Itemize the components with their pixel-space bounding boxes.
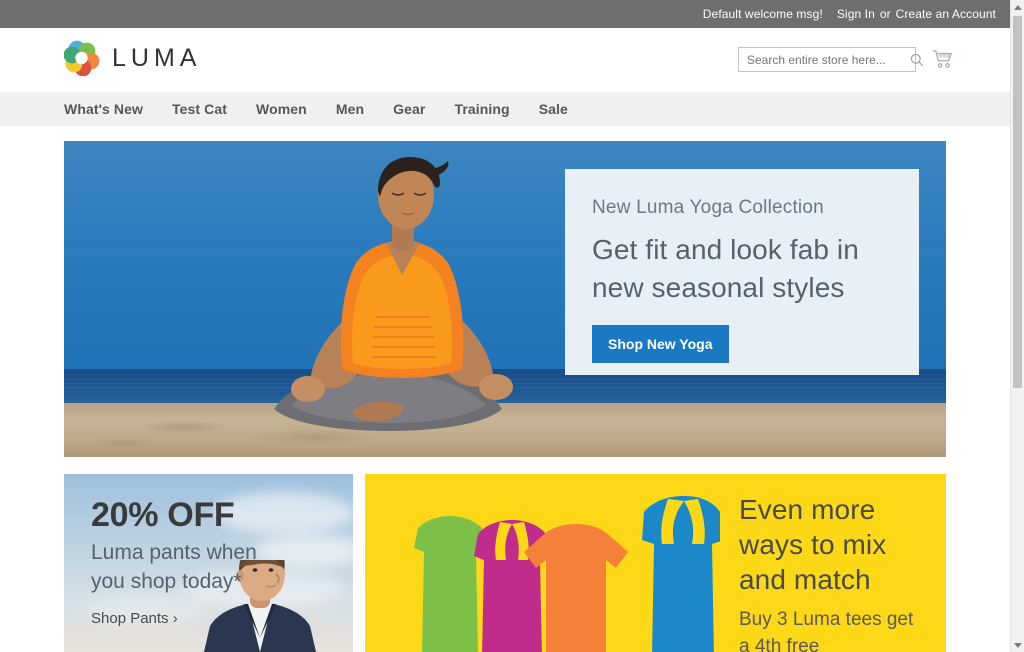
logo[interactable]: LUMA	[63, 40, 202, 77]
search-box[interactable]	[738, 47, 924, 72]
scroll-down-arrow-icon[interactable]	[1011, 638, 1024, 652]
promo-pants-headline: 20% OFF	[91, 496, 235, 534]
promo-tees-subtitle-line-2: a 4th free	[739, 636, 820, 652]
hero-text-panel: New Luma Yoga Collection Get fit and loo…	[565, 169, 919, 375]
hero-title-line-1: Get fit and look fab in	[592, 234, 859, 265]
promo-tees-text: Even more ways to mix and match Buy 3 Lu…	[739, 492, 939, 652]
nav-item-training[interactable]: Training	[454, 101, 509, 117]
promo-tees-subtitle: Buy 3 Luma tees get a 4th free	[739, 606, 939, 652]
shop-pants-link[interactable]: Shop Pants ›	[91, 610, 178, 627]
promo-tees-block[interactable]: Even more ways to mix and match Buy 3 Lu…	[365, 474, 946, 652]
promo-pants-subline: Luma pants when you shop today*	[91, 538, 257, 596]
hero-yoga-model-image	[234, 157, 544, 457]
promo-garments-image	[400, 490, 724, 652]
search-input[interactable]	[739, 48, 910, 71]
nav-item-sale[interactable]: Sale	[539, 101, 568, 117]
promo-pants-text: 20% OFF Luma pants when you shop today* …	[91, 496, 257, 628]
nav-item-women[interactable]: Women	[256, 101, 307, 117]
logo-text: LUMA	[112, 43, 202, 72]
top-welcome-bar: Default welcome msg! Sign In or Create a…	[0, 0, 1010, 28]
promo-tees-title-line-3: and match	[739, 564, 871, 595]
search-icon[interactable]	[910, 48, 924, 71]
luma-flower-logo-icon	[63, 40, 100, 77]
nav-item-gear[interactable]: Gear	[393, 101, 425, 117]
welcome-message: Default welcome msg!	[702, 7, 823, 21]
promo-tees-title: Even more ways to mix and match	[739, 492, 939, 597]
hero-title-line-2: new seasonal styles	[592, 272, 845, 303]
create-account-link[interactable]: Create an Account	[896, 7, 996, 21]
promo-tees-subtitle-line-1: Buy 3 Luma tees get	[739, 609, 914, 630]
scroll-up-arrow-icon[interactable]	[1011, 0, 1024, 14]
main-navigation: What's New Test Cat Women Men Gear Train…	[0, 92, 1010, 126]
shopping-cart-icon[interactable]	[928, 44, 958, 74]
nav-item-whats-new[interactable]: What's New	[64, 101, 143, 117]
page-root: Default welcome msg! Sign In or Create a…	[0, 0, 1024, 652]
hero-title: Get fit and look fab in new seasonal sty…	[592, 231, 919, 307]
shop-new-yoga-button[interactable]: Shop New Yoga	[592, 325, 729, 363]
hero-banner[interactable]: New Luma Yoga Collection Get fit and loo…	[64, 141, 946, 457]
promo-tees-title-line-1: Even more	[739, 494, 876, 525]
promo-pants-block[interactable]: 20% OFF Luma pants when you shop today* …	[64, 474, 353, 652]
promo-pants-subline-2: you shop today*	[91, 570, 242, 593]
promo-tees-title-line-2: ways to mix	[739, 529, 887, 560]
sign-in-link[interactable]: Sign In	[837, 7, 875, 21]
nav-item-men[interactable]: Men	[336, 101, 364, 117]
vertical-scrollbar[interactable]	[1010, 0, 1024, 652]
site-header: LUMA	[0, 28, 1010, 92]
promo-pants-subline-1: Luma pants when	[91, 541, 257, 564]
nav-item-test-cat[interactable]: Test Cat	[172, 101, 227, 117]
topbar-separator: or	[879, 7, 891, 21]
scrollbar-thumb[interactable]	[1013, 16, 1022, 388]
hero-eyebrow: New Luma Yoga Collection	[592, 197, 824, 218]
